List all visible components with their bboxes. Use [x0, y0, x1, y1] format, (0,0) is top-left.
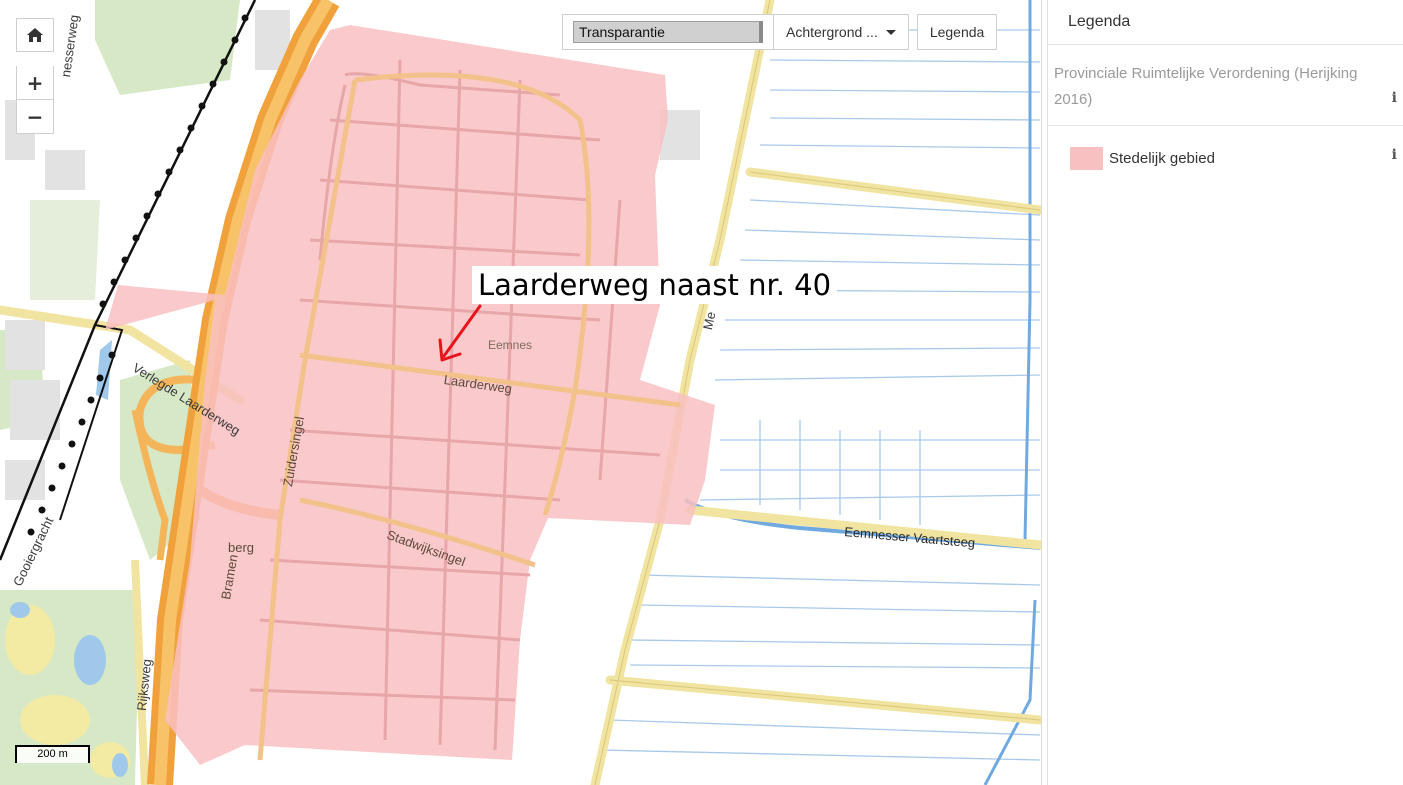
legend-button[interactable]: Legenda — [916, 14, 998, 50]
legend-title: Legenda — [1048, 0, 1403, 45]
zoom-in-button[interactable]: + — [16, 66, 54, 100]
transparency-slider[interactable]: Transparantie — [573, 21, 763, 43]
legend-item-label: Stedelijk gebied — [1109, 150, 1215, 167]
background-dropdown[interactable]: Achtergrond ... — [773, 14, 909, 50]
background-label: Achtergrond ... — [786, 24, 878, 40]
map-label-eemnes: Eemnes — [488, 338, 533, 352]
transparency-control[interactable]: Transparantie — [562, 14, 774, 50]
map-navigation: + − — [16, 18, 54, 134]
park-area — [30, 200, 100, 300]
info-icon[interactable]: i — [1392, 147, 1397, 163]
legend-item-stedelijk-gebied: Stedelijk gebied i — [1048, 126, 1403, 170]
legend-layer-title: Provinciale Ruimtelijke Verordening (Her… — [1054, 65, 1358, 108]
legend-swatch — [1070, 147, 1103, 170]
caret-down-icon — [885, 29, 896, 35]
legend-layer: Provinciale Ruimtelijke Verordening (Her… — [1048, 45, 1403, 126]
zoom-out-button[interactable]: − — [16, 100, 54, 134]
map-viewport[interactable]: Eemnes Laarderweg Verlegde Laarderweg Zu… — [0, 0, 1042, 785]
info-icon[interactable]: i — [1392, 85, 1397, 111]
home-button[interactable] — [16, 18, 54, 52]
annotation-arrow-icon — [438, 304, 482, 362]
scale-bar: 200 m — [15, 745, 90, 763]
basemap — [0, 0, 1041, 785]
annotation-label: Laarderweg naast nr. 40 — [472, 266, 838, 304]
legend-panel: Legenda Provinciale Ruimtelijke Verorden… — [1047, 0, 1403, 785]
home-icon — [27, 28, 43, 42]
map-toolbar: Transparantie Achtergrond ... Legenda — [562, 14, 998, 50]
map-label-bramenberg-2: berg — [228, 540, 255, 555]
park-area — [95, 0, 240, 95]
transparency-label: Transparantie — [579, 24, 665, 40]
